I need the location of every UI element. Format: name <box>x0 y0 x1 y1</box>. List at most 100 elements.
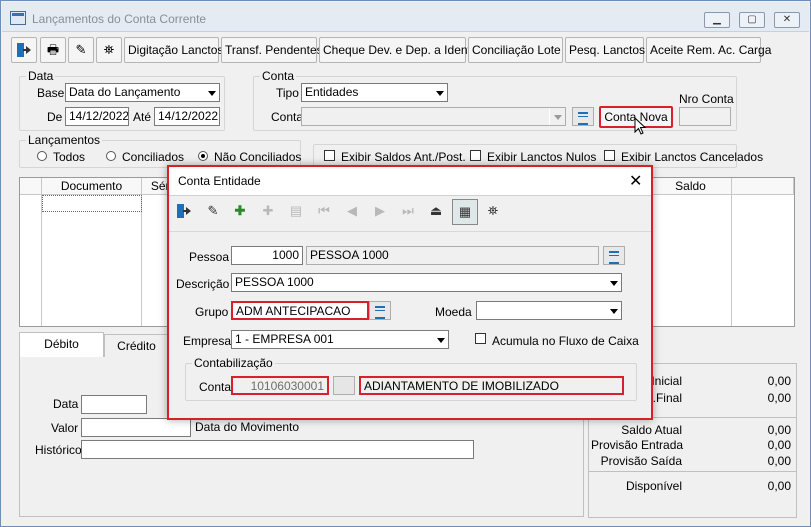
exit-icon[interactable] <box>171 199 197 225</box>
first-record-icon: ⏮ <box>318 203 330 218</box>
dialog-title: Conta Entidade <box>178 174 261 188</box>
chevron-down-icon <box>605 302 621 319</box>
prev-record-icon: ◀ <box>347 203 357 218</box>
app-icon <box>10 11 26 25</box>
nro-conta-label: Nro Conta <box>679 92 734 106</box>
nro-conta-field[interactable] <box>679 107 731 126</box>
empresa-select[interactable]: 1 - EMPRESA 001 <box>231 330 449 349</box>
print-icon[interactable]: 🖶 <box>40 37 66 63</box>
tab-credito[interactable]: Crédito <box>104 334 169 358</box>
column-extra <box>732 178 794 195</box>
radio-nao-conciliados[interactable] <box>198 151 208 161</box>
tipo-value: Entidades <box>305 85 359 99</box>
valor-field[interactable] <box>81 418 191 437</box>
upload-icon[interactable]: ⏏ <box>423 199 449 225</box>
checkbox-cancelados[interactable] <box>604 150 615 161</box>
conta-select[interactable] <box>301 107 566 126</box>
grid-focus-cell <box>42 195 142 212</box>
save-icon: ▤ <box>289 203 303 218</box>
title-bar: Lançamentos do Conta Corrente ▁ ▢ ✕ <box>2 2 809 32</box>
grid-line <box>41 195 42 326</box>
data-field[interactable] <box>81 395 147 414</box>
radio-todos-label: Todos <box>53 150 86 164</box>
de-label: De <box>47 110 63 124</box>
tab-debito[interactable]: Débito <box>19 332 104 358</box>
saldo-atual-label: Saldo Atual <box>621 423 682 437</box>
moeda-select[interactable] <box>476 301 622 320</box>
dialog-divider <box>169 195 651 196</box>
pessoa-name-field: PESSOA 1000 <box>306 246 599 265</box>
base-value: Data do Lançamento <box>69 85 181 99</box>
disponivel-value: 0,00 <box>767 479 791 493</box>
exit-icon[interactable] <box>11 37 37 63</box>
descricao-value: PESSOA 1000 <box>235 275 314 289</box>
grupo-field[interactable]: ADM ANTECIPACAO <box>231 301 369 320</box>
chevron-down-icon <box>431 84 447 101</box>
pessoa-code-field[interactable]: 1000 <box>231 246 303 265</box>
pessoa-list-icon[interactable] <box>603 246 625 265</box>
acumula-label: Acumula no Fluxo de Caixa <box>492 334 639 348</box>
de-date-field[interactable]: 14/12/2022 <box>65 107 129 126</box>
minimize-button[interactable]: ▁ <box>704 12 730 28</box>
conta-entidade-dialog: Conta Entidade ✕ ✎ ✚ ✚ ▤ ⏮ ◀ ▶ ⏭ ⏏ ▦ ⛯ P… <box>167 165 653 420</box>
pessoa-label: Pessoa <box>189 250 230 264</box>
list-icon[interactable] <box>572 107 594 126</box>
acumula-checkbox[interactable] <box>475 333 486 344</box>
disponivel-label: Disponível <box>625 479 682 493</box>
lancamentos-legend: Lançamentos <box>26 133 103 147</box>
maximize-button[interactable]: ▢ <box>739 12 765 28</box>
descricao-select[interactable]: PESSOA 1000 <box>231 273 622 292</box>
contab-conta-label: Conta <box>199 380 232 394</box>
add-icon[interactable]: ✚ <box>227 199 253 225</box>
dialog-title-bar: Conta Entidade ✕ <box>169 167 651 195</box>
digitacao-button[interactable]: Digitação Lanctos. <box>124 37 227 63</box>
aceite-rem-button[interactable]: Aceite Rem. Ac. Carga <box>646 37 771 63</box>
pesq-lanctos-button[interactable]: Pesq. Lanctos. <box>565 37 648 63</box>
conciliacao-lote-button[interactable]: Conciliação Lote <box>468 37 563 63</box>
empresa-label: Empresa <box>183 334 232 348</box>
contab-list-icon <box>333 376 355 395</box>
cheque-dev-button[interactable]: Cheque Dev. e Dep. a Ident. <box>319 37 474 63</box>
dialog-close-icon[interactable]: ✕ <box>629 171 642 191</box>
moeda-label: Moeda <box>435 305 472 319</box>
checkbox-cancelados-label: Exibir Lanctos Cancelados <box>621 150 764 164</box>
grid-line <box>731 195 732 326</box>
radio-conciliados[interactable] <box>106 151 116 161</box>
grupo-label: Grupo <box>195 305 229 319</box>
descricao-label: Descrição <box>176 277 230 291</box>
grid-corner <box>20 178 42 195</box>
checkbox-nulos[interactable] <box>470 150 481 161</box>
tipo-select[interactable]: Entidades <box>301 83 448 102</box>
empresa-value: 1 - EMPRESA 001 <box>235 332 334 346</box>
close-button[interactable]: ✕ <box>774 12 800 28</box>
contab-conta-code[interactable]: 10106030001 <box>231 376 329 395</box>
radio-nao-conciliados-label: Não Conciliados <box>214 150 302 164</box>
main-window: Lançamentos do Conta Corrente ▁ ▢ ✕ 🖶 ✎ … <box>0 0 811 527</box>
base-select[interactable]: Data do Lançamento <box>65 83 220 102</box>
radio-todos[interactable] <box>37 151 47 161</box>
historico-field[interactable] <box>81 440 474 459</box>
column-saldo[interactable]: Saldo <box>650 178 732 195</box>
next-record-icon: ▶ <box>375 203 385 218</box>
binoculars-icon[interactable]: ⛯ <box>480 199 506 225</box>
mouse-cursor-icon <box>634 117 647 135</box>
eraser-icon[interactable]: ✎ <box>68 37 94 63</box>
delete-icon: ✚ <box>262 203 274 218</box>
grupo-list-icon[interactable] <box>369 301 391 320</box>
checkbox-saldos[interactable] <box>324 150 335 161</box>
column-documento[interactable]: Documento <box>42 178 142 195</box>
provisao-saida-value: 0,00 <box>767 454 791 468</box>
provisao-saida-label: Provisão Saída <box>600 454 682 468</box>
eraser-icon[interactable]: ✎ <box>200 199 226 225</box>
chevron-down-icon <box>432 331 448 348</box>
saldo-atual-value: 0,00 <box>767 423 791 437</box>
transf-pendentes-button[interactable]: Transf. Pendentes <box>221 37 323 63</box>
saldos-divider <box>589 471 796 472</box>
data-movimento-label: Data do Movimento <box>195 420 300 434</box>
tipo-label: Tipo <box>276 86 299 100</box>
binoculars-icon[interactable]: ⛯ <box>96 37 122 63</box>
grid-view-icon[interactable]: ▦ <box>452 199 478 225</box>
ate-date-field[interactable]: 14/12/2022 <box>154 107 220 126</box>
historico-label: Histórico <box>35 443 82 457</box>
dialog-toolbar-divider <box>169 231 651 232</box>
